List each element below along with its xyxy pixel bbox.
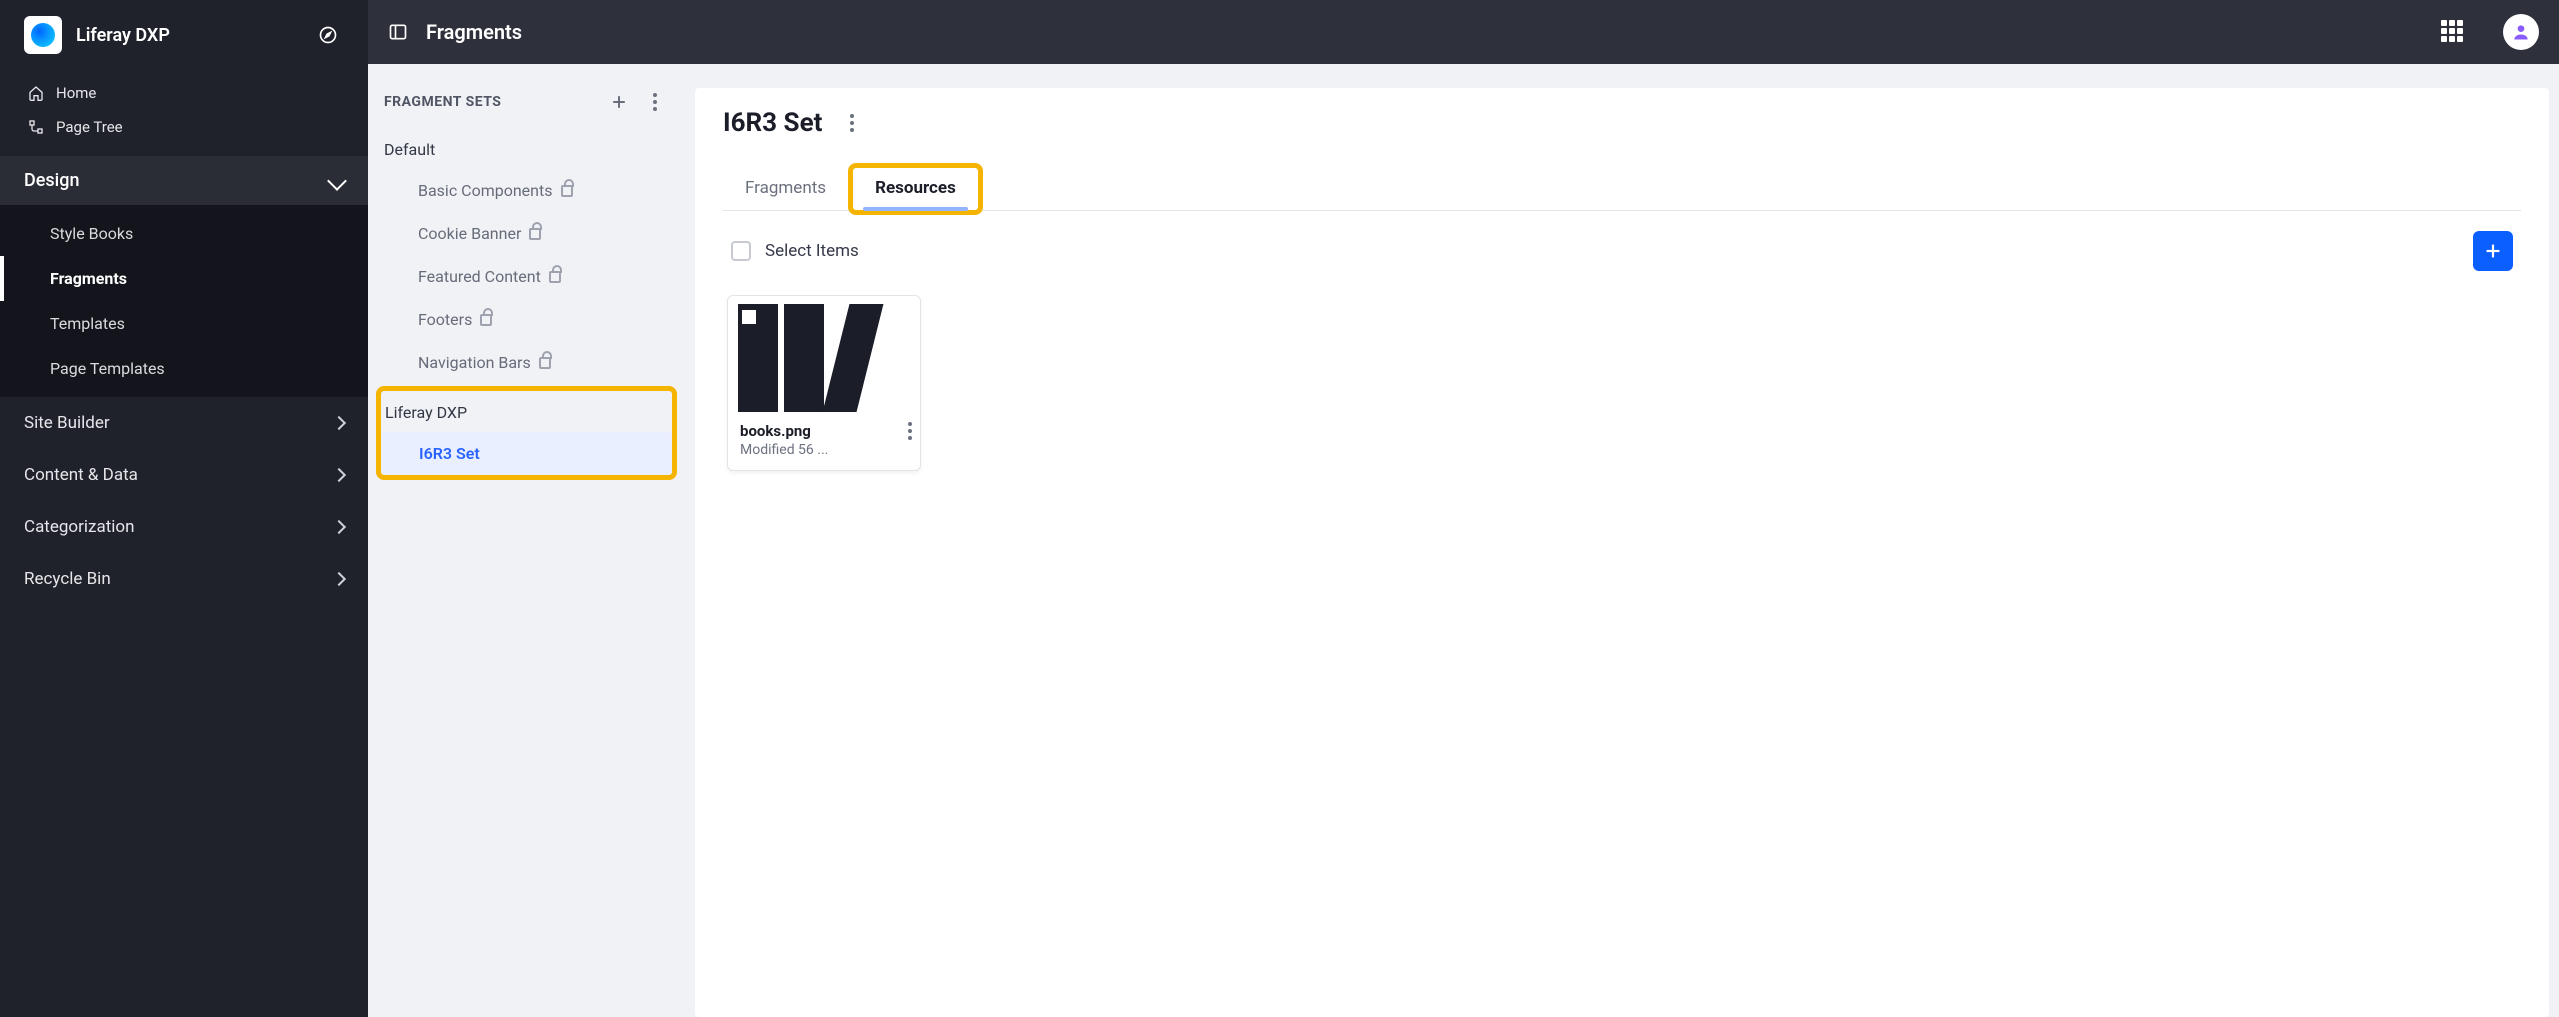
chevron-right-icon (332, 468, 346, 482)
sets-item-navigation-bars[interactable]: Navigation Bars (380, 341, 673, 384)
topbar: Fragments (368, 0, 2559, 64)
brand-title: Liferay DXP (76, 25, 298, 46)
nav-home-label: Home (56, 84, 96, 102)
resource-card-title: books.png (740, 422, 908, 440)
section-site-builder[interactable]: Site Builder (0, 397, 368, 449)
sets-item-basic-components[interactable]: Basic Components (380, 169, 673, 212)
select-items-control[interactable]: Select Items (731, 241, 859, 261)
sets-item-label: Basic Components (418, 181, 553, 200)
resource-card[interactable]: books.png Modified 56 ... (727, 295, 921, 471)
sets-group-default-title[interactable]: Default (380, 126, 673, 169)
chevron-down-icon (327, 171, 347, 191)
design-item-page-templates[interactable]: Page Templates (0, 346, 368, 391)
sets-group-liferay-title[interactable]: Liferay DXP (381, 389, 672, 432)
lock-icon (561, 185, 573, 197)
topbar-title: Fragments (426, 20, 2423, 44)
resource-card-menu[interactable] (908, 422, 912, 440)
main-panel-title: I6R3 Set (723, 108, 822, 138)
section-categorization-label: Categorization (24, 517, 134, 537)
panel-toggle-icon[interactable] (388, 22, 408, 42)
select-items-label: Select Items (765, 241, 859, 261)
add-set-button[interactable] (605, 88, 633, 116)
section-design-header[interactable]: Design (0, 156, 368, 205)
lock-icon (529, 228, 541, 240)
select-all-checkbox[interactable] (731, 241, 751, 261)
sidebar-quick-nav: Home Page Tree (0, 70, 368, 156)
sets-item-label: I6R3 Set (419, 444, 480, 463)
tabs-row: Fragments Resources (723, 168, 2521, 211)
product-sidebar: Liferay DXP Home Page Tree Design Style … (0, 0, 368, 1017)
content-row: FRAGMENT SETS Default Basic Components C… (368, 64, 2559, 1017)
section-site-builder-label: Site Builder (24, 413, 110, 433)
sets-item-i6r3[interactable]: I6R3 Set (381, 432, 672, 475)
sets-item-label: Cookie Banner (418, 224, 521, 243)
design-item-templates[interactable]: Templates (0, 301, 368, 346)
fragment-sets-panel: FRAGMENT SETS Default Basic Components C… (368, 64, 685, 1017)
resource-card-meta: Modified 56 ... (740, 442, 860, 458)
resource-thumbnail (728, 296, 920, 412)
design-item-style-books[interactable]: Style Books (0, 211, 368, 256)
lock-icon (480, 314, 492, 326)
toolbar-row: Select Items (723, 211, 2521, 291)
sets-item-cookie-banner[interactable]: Cookie Banner (380, 212, 673, 255)
chevron-right-icon (332, 572, 346, 586)
sets-item-featured-content[interactable]: Featured Content (380, 255, 673, 298)
user-avatar[interactable] (2503, 14, 2539, 50)
nav-home[interactable]: Home (0, 76, 368, 110)
section-recycle-bin-label: Recycle Bin (24, 569, 111, 589)
sidebar-brand-row: Liferay DXP (0, 0, 368, 70)
sets-item-footers[interactable]: Footers (380, 298, 673, 341)
section-design-label: Design (24, 170, 79, 191)
main-panel: I6R3 Set Fragments Resources Select Item… (695, 88, 2549, 1017)
section-recycle-bin[interactable]: Recycle Bin (0, 553, 368, 605)
section-categorization[interactable]: Categorization (0, 501, 368, 553)
sets-item-label: Navigation Bars (418, 353, 531, 372)
highlight-sets-group: Liferay DXP I6R3 Set (376, 386, 677, 480)
tab-fragments[interactable]: Fragments (723, 168, 848, 210)
tab-resources[interactable]: Resources (848, 163, 983, 215)
lock-icon (549, 271, 561, 283)
section-content-data[interactable]: Content & Data (0, 449, 368, 501)
brand-logo (24, 16, 62, 54)
sets-item-label: Featured Content (418, 267, 541, 286)
fragment-sets-header-title: FRAGMENT SETS (384, 94, 501, 110)
lock-icon (539, 357, 551, 369)
fragment-sets-header: FRAGMENT SETS (380, 88, 673, 126)
main-panel-header: I6R3 Set (723, 108, 2521, 144)
chevron-right-icon (332, 416, 346, 430)
main-area: Fragments FRAGMENT SETS (368, 0, 2559, 1017)
main-panel-more-menu[interactable] (838, 109, 866, 137)
design-item-fragments[interactable]: Fragments (0, 256, 368, 301)
chevron-right-icon (332, 520, 346, 534)
sets-item-label: Footers (418, 310, 472, 329)
sets-more-menu[interactable] (641, 88, 669, 116)
resource-grid: books.png Modified 56 ... (723, 291, 2521, 475)
add-resource-button[interactable] (2473, 231, 2513, 271)
section-design-items: Style Books Fragments Templates Page Tem… (0, 205, 368, 397)
apps-grid-icon[interactable] (2441, 20, 2465, 44)
nav-page-tree-label: Page Tree (56, 118, 123, 136)
compass-icon[interactable] (312, 19, 344, 51)
section-content-data-label: Content & Data (24, 465, 138, 485)
nav-page-tree[interactable]: Page Tree (0, 110, 368, 144)
